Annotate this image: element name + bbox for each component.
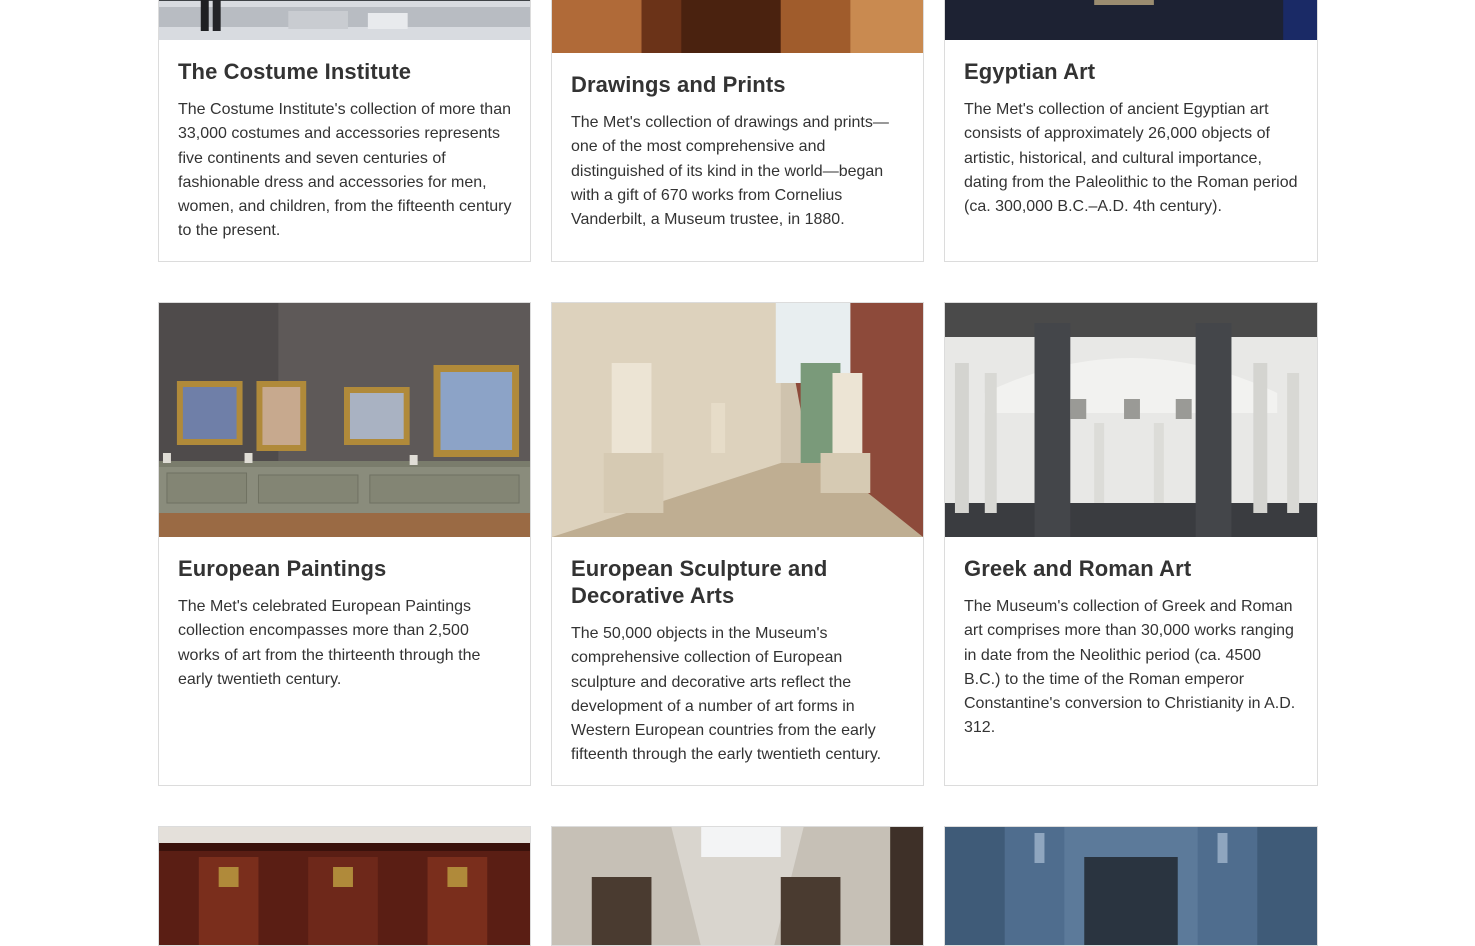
card-title[interactable]: The Costume Institute xyxy=(178,58,512,85)
european-sculpture-image xyxy=(552,303,923,537)
card-description: The Costume Institute's collection of mo… xyxy=(178,101,512,240)
collection-card-drawings-and-prints[interactable]: Drawings and Prints The Met's collection… xyxy=(551,0,924,262)
card-title[interactable]: European Paintings xyxy=(178,555,512,582)
collection-card-row3-right[interactable] xyxy=(944,826,1318,946)
card-title[interactable]: European Sculpture and Decorative Arts xyxy=(571,555,905,609)
collection-card-european-paintings[interactable]: European Paintings The Met's celebrated … xyxy=(158,302,531,786)
collection-card-costume-institute[interactable]: The Costume Institute The Costume Instit… xyxy=(158,0,531,262)
card-title[interactable]: Egyptian Art xyxy=(964,58,1299,85)
collection-image xyxy=(945,827,1317,945)
collection-image xyxy=(159,827,530,945)
drawings-and-prints-image xyxy=(552,0,923,53)
collection-card-egyptian-art[interactable]: Egyptian Art The Met's collection of anc… xyxy=(944,0,1318,262)
european-paintings-image xyxy=(159,303,530,537)
collection-card-greek-and-roman-art[interactable]: Greek and Roman Art The Museum's collect… xyxy=(944,302,1318,786)
collection-image xyxy=(552,827,923,945)
egyptian-art-image xyxy=(945,0,1317,40)
greek-and-roman-art-image xyxy=(945,303,1317,537)
card-description: The Met's collection of drawings and pri… xyxy=(571,114,889,229)
card-description: The Met's celebrated European Paintings … xyxy=(178,598,481,688)
card-description: The Met's collection of ancient Egyptian… xyxy=(964,101,1298,216)
costume-institute-image xyxy=(159,0,530,40)
collection-card-row3-middle[interactable] xyxy=(551,826,924,946)
collection-card-european-sculpture[interactable]: European Sculpture and Decorative Arts T… xyxy=(551,302,924,786)
card-title[interactable]: Drawings and Prints xyxy=(571,71,905,98)
collection-card-row3-left[interactable] xyxy=(158,826,531,946)
card-description: The 50,000 objects in the Museum's compr… xyxy=(571,625,882,764)
card-title[interactable]: Greek and Roman Art xyxy=(964,555,1299,582)
card-description: The Museum's collection of Greek and Rom… xyxy=(964,598,1296,737)
